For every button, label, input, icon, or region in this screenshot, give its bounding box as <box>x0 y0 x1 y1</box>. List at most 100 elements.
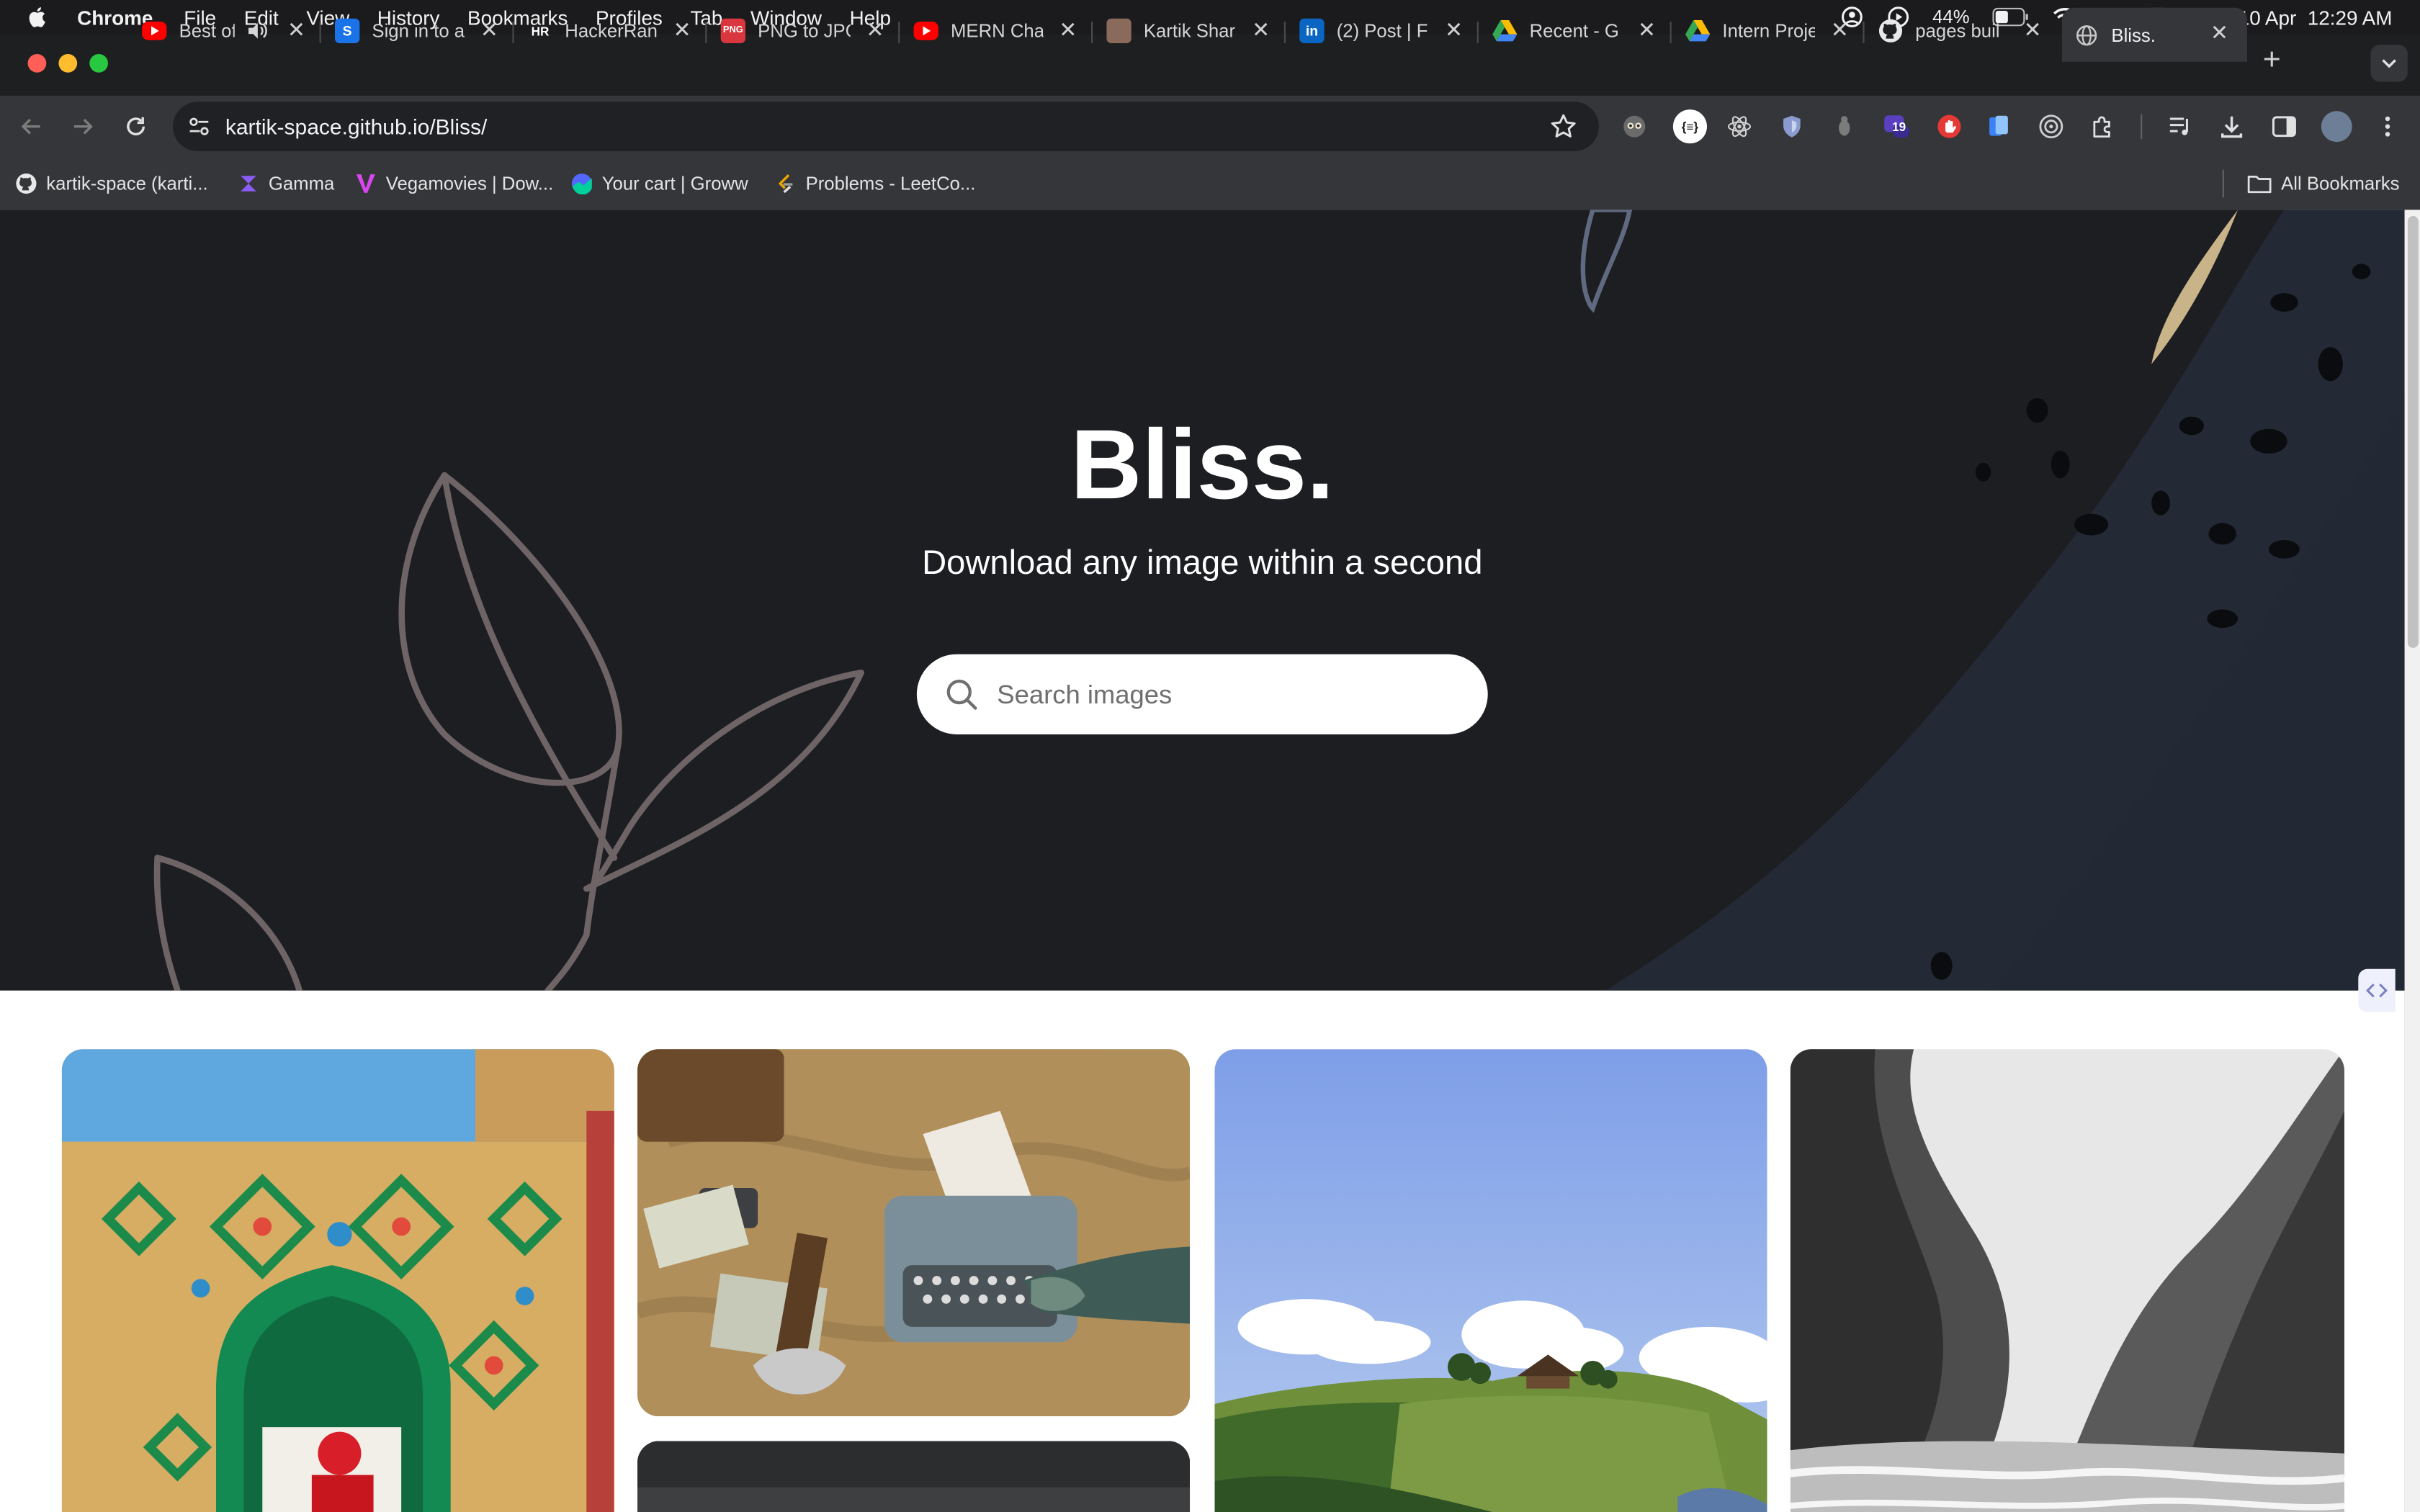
extension-stop-hand-icon[interactable] <box>1935 112 1963 140</box>
address-bar[interactable]: kartik-space.github.io/Bliss/ <box>173 102 1599 151</box>
bookmark-star-icon[interactable] <box>1549 112 1577 140</box>
gallery-image-hill-gazebo[interactable] <box>1214 1049 1767 1512</box>
extension-target-icon[interactable] <box>2038 112 2066 140</box>
tab-close-icon[interactable]: ✕ <box>670 17 694 42</box>
youtube-icon <box>142 22 167 40</box>
tab-sign-in[interactable]: S Sign in to a ✕ <box>335 11 501 51</box>
bookmark-vegamovies[interactable]: Vegamovies | Dow... <box>355 170 553 198</box>
tab-recent-drive[interactable]: Recent - G ✕ <box>1492 11 1659 51</box>
tab-separator <box>1476 22 1479 43</box>
gallery-image-colorful-doorway[interactable] <box>61 1049 614 1512</box>
hill-gazebo-photo <box>1214 1049 1767 1512</box>
tab-title: Bliss. <box>2111 24 2156 46</box>
forward-button[interactable] <box>68 111 99 142</box>
coastal-cliffs-photo <box>1790 1049 2344 1512</box>
back-button[interactable] <box>15 111 46 142</box>
tab-png-to-jpg[interactable]: PNG PNG to JPG ✕ <box>720 11 887 51</box>
s-logo-icon: S <box>335 18 360 43</box>
window-minimize-button[interactable] <box>58 54 78 73</box>
tab-close-icon[interactable]: ✕ <box>1249 17 1273 42</box>
extension-owl-icon[interactable] <box>1621 112 1649 140</box>
apple-logo-icon[interactable] <box>28 6 47 28</box>
search-input[interactable] <box>994 670 1464 722</box>
tab-close-icon[interactable]: ✕ <box>477 17 501 42</box>
browser-toolbar: kartik-space.github.io/Bliss/ {≡} 19 <box>0 95 2420 158</box>
window-zoom-button[interactable] <box>89 54 108 73</box>
bookmark-kartik-space[interactable]: kartik-space (karti... <box>15 170 208 198</box>
tab-search-button[interactable] <box>2370 45 2408 82</box>
image-search-box[interactable] <box>916 654 1488 734</box>
arrow-right-icon <box>73 118 93 135</box>
tab-close-icon[interactable]: ✕ <box>1056 17 1080 42</box>
search-icon <box>946 679 977 710</box>
media-playlist-icon[interactable] <box>2167 112 2195 140</box>
toolbar-separator <box>2141 114 2143 139</box>
tab-kartik-sharma[interactable]: Kartik Shar ✕ <box>1106 11 1273 51</box>
gallery-image-coastal-cliffs[interactable] <box>1790 1049 2344 1512</box>
typewriter-photo <box>637 1049 1191 1417</box>
tab-close-icon[interactable]: ✕ <box>284 17 308 42</box>
speaker-audio-icon[interactable] <box>247 22 269 40</box>
tab-close-icon[interactable]: ✕ <box>1441 17 1466 42</box>
tab-separator <box>319 22 321 43</box>
tab-bliss-active[interactable]: Bliss. ✕ <box>2061 7 2247 62</box>
profile-photo-icon <box>1106 18 1131 43</box>
side-widget-button[interactable] <box>2358 968 2396 1012</box>
tab-separator <box>1091 22 1093 43</box>
tab-linkedin-post[interactable]: in (2) Post | F ✕ <box>1299 11 1466 51</box>
address-url[interactable]: kartik-space.github.io/Bliss/ <box>225 114 488 139</box>
tab-separator <box>705 22 707 43</box>
extension-json-icon[interactable]: {≡} <box>1672 109 1707 144</box>
page-scrollbar-thumb[interactable] <box>2407 216 2419 648</box>
tab-separator <box>898 22 900 43</box>
extension-docs-icon[interactable] <box>1985 112 2013 140</box>
side-panel-icon[interactable] <box>2270 112 2298 140</box>
downloads-icon[interactable] <box>2218 112 2246 140</box>
tab-close-icon[interactable]: ✕ <box>863 17 887 42</box>
tab-title: (2) Post | F <box>1336 19 1428 42</box>
bookmarks-bar: kartik-space (karti... Gamma Vegamovies … <box>0 157 2420 212</box>
tab-close-icon[interactable]: ✕ <box>1634 17 1659 42</box>
bookmark-groww[interactable]: Your cart | Groww <box>571 170 748 198</box>
tab-best-of[interactable]: Best of ✕ <box>142 11 308 51</box>
tab-close-icon[interactable]: ✕ <box>1827 17 1852 42</box>
tab-intern-project[interactable]: Intern Proje ✕ <box>1685 11 1852 51</box>
tab-mern-chat[interactable]: MERN Chat ✕ <box>913 11 1080 51</box>
extensions-puzzle-icon[interactable] <box>2089 112 2118 140</box>
tab-pages-build[interactable]: pages buil ✕ <box>1878 11 2045 51</box>
browser-menu-icon[interactable] <box>2374 112 2402 140</box>
new-tab-button[interactable]: + <box>2257 42 2287 76</box>
reload-button[interactable] <box>120 111 151 142</box>
leetcode-icon <box>778 174 793 194</box>
google-drive-icon <box>1685 19 1711 43</box>
chevron-pair-icon <box>2366 984 2388 998</box>
bookmark-gamma[interactable]: Gamma <box>238 170 334 198</box>
profile-avatar[interactable] <box>2321 111 2352 143</box>
tab-title: PNG to JPG <box>758 19 851 42</box>
extension-counter-icon[interactable]: 19 <box>1883 112 1911 140</box>
extension-bug-icon[interactable] <box>1830 112 1858 140</box>
site-info-icon[interactable] <box>185 112 213 140</box>
tab-hackerrank[interactable]: HR HackerRan ✕ <box>528 11 694 51</box>
tab-close-icon[interactable]: ✕ <box>2207 19 2231 45</box>
tab-title: pages buil <box>1915 19 2000 42</box>
gallery-image-dark-sky[interactable] <box>637 1441 1191 1512</box>
site-title: Bliss. <box>1070 408 1335 521</box>
tab-close-icon[interactable]: ✕ <box>2020 17 2045 42</box>
bookmark-label: Your cart | Groww <box>601 173 748 194</box>
extension-badge: 19 <box>1892 120 1906 135</box>
bookmark-leetcode[interactable]: Problems - LeetCo... <box>775 170 976 198</box>
all-bookmarks-button[interactable]: All Bookmarks <box>2247 170 2399 198</box>
bookmark-label: Problems - LeetCo... <box>805 173 976 194</box>
gallery-image-typewriter[interactable] <box>637 1049 1191 1417</box>
window-close-button[interactable] <box>27 54 47 73</box>
google-drive-icon <box>1492 19 1518 43</box>
bookmark-label: Vegamovies | Dow... <box>385 173 554 194</box>
dark-sky-photo <box>637 1441 1191 1512</box>
globe-icon <box>2074 22 2099 47</box>
extension-react-icon[interactable] <box>1726 112 1754 140</box>
tab-title: MERN Chat <box>951 19 1044 42</box>
bookmark-label: Gamma <box>268 173 335 194</box>
github-icon <box>16 173 37 194</box>
extension-shield-icon[interactable] <box>1778 112 1806 140</box>
